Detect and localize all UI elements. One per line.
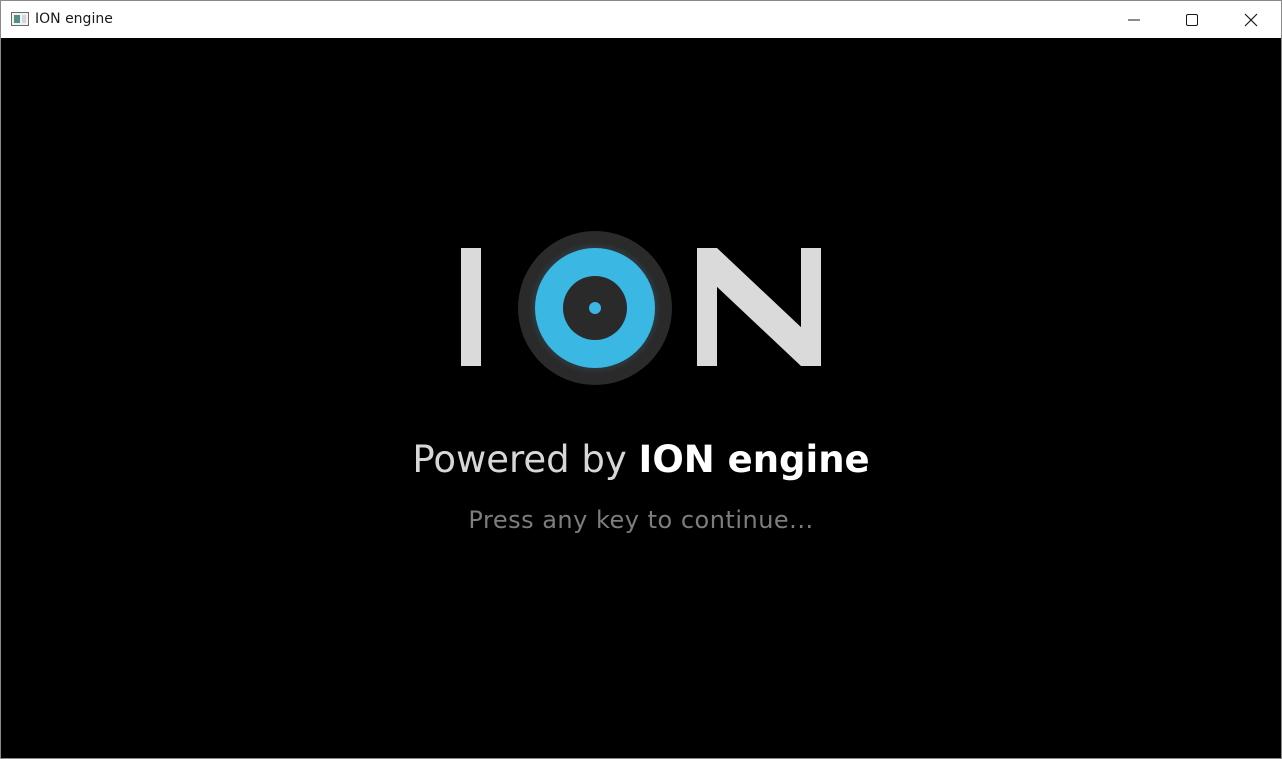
powered-brand: ION engine bbox=[638, 438, 870, 481]
minimize-button[interactable] bbox=[1105, 1, 1163, 38]
app-icon bbox=[11, 12, 29, 26]
maximize-icon bbox=[1186, 14, 1198, 26]
window-title: ION engine bbox=[35, 11, 113, 27]
logo-center-dot bbox=[589, 302, 601, 314]
ion-logo bbox=[461, 231, 821, 385]
powered-by-text: Powered by ION engine bbox=[1, 438, 1281, 481]
maximize-button[interactable] bbox=[1163, 1, 1221, 38]
close-icon bbox=[1244, 13, 1258, 27]
splash-screen[interactable]: Powered by ION engine Press any key to c… bbox=[1, 38, 1281, 758]
powered-prefix: Powered by bbox=[412, 438, 627, 481]
app-window: ION engine Powered by ION engine Press a… bbox=[0, 0, 1282, 759]
title-bar[interactable]: ION engine bbox=[1, 1, 1281, 38]
continue-prompt: Press any key to continue... bbox=[468, 506, 814, 534]
minimize-icon bbox=[1128, 19, 1140, 21]
logo-letter-i bbox=[461, 248, 481, 366]
logo-letter-n bbox=[697, 248, 821, 366]
close-button[interactable] bbox=[1222, 1, 1280, 38]
